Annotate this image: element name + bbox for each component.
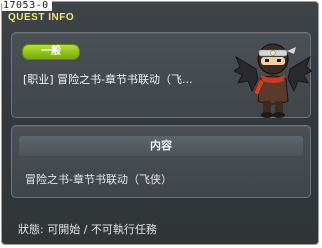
quest-info-window: 17053-0 QUEST INFO 一般 [职业] 冒险之书-章节书联动（飞.…	[1, 1, 319, 245]
quest-content-panel: 内容 冒险之书-章节书联动（飞侠）	[11, 125, 311, 198]
quest-status: 狀態: 可開始 / 不可執行任務	[18, 223, 157, 236]
content-text: 冒险之书-章节书联动（飞侠）	[25, 173, 172, 186]
quest-id-label: 17053-0	[2, 1, 52, 11]
quest-category-badge: 一般	[22, 44, 80, 60]
window-title: QUEST INFO	[8, 12, 75, 23]
quest-name: [职业] 冒险之书-章节书联动（飞...	[23, 73, 193, 86]
ninja-character-icon	[234, 43, 312, 118]
content-section-header: 内容	[19, 136, 303, 156]
quest-summary-panel: 一般 [职业] 冒险之书-章节书联动（飞...	[11, 32, 312, 118]
